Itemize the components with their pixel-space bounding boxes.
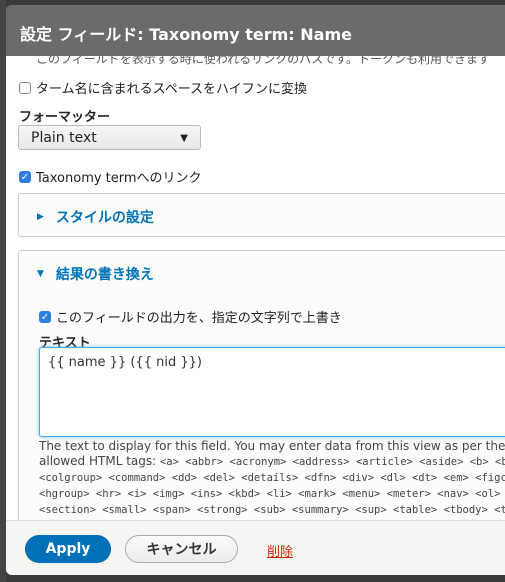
dialog-title: 設定 フィールド: Taxonomy term: Name [6,5,505,56]
override-output-checkbox[interactable]: ✓ このフィールドの出力を、指定の文字列で上書き [39,307,342,326]
style-settings-toggle[interactable]: ▶ スタイルの設定 [37,207,154,227]
style-settings-label: スタイルの設定 [55,210,154,226]
formatter-value: Plain text [31,130,97,146]
dialog-footer: Apply キャンセル 削除 [6,520,505,575]
dropdown-arrow-icon: ▼ [180,133,188,144]
cut-off-description: このフィールドを表示する時に使われるリンクのパスです。トークンも利用できます [36,56,490,66]
hyphen-checkbox[interactable]: ターム名に含まれるスペースをハイフンに変換 [19,78,307,97]
link-checkbox-label: Taxonomy termへのリンク [36,171,202,186]
formatter-select[interactable]: Plain text ▼ [18,125,201,150]
allowed-tags-label: allowed HTML tags: [39,454,160,468]
allowed-tags: <section> <small> <span> <strong> <sub> … [39,504,505,516]
delete-link[interactable]: 削除 [267,541,293,560]
rewrite-label: 結果の書き換え [55,267,154,283]
text-description: The text to display for this field. You … [39,439,505,518]
allowed-tags: <colgroup> <command> <dd> <del> <details… [39,472,505,484]
rewrite-text-input[interactable] [39,347,505,437]
triangle-down-icon: ▼ [37,269,44,279]
checkbox-unchecked[interactable] [19,81,31,94]
style-settings-fieldset: ▶ スタイルの設定 [18,193,505,237]
description-line: The text to display for this field. You … [39,439,505,453]
hyphen-checkbox-label: ターム名に含まれるスペースをハイフンに変換 [36,82,308,97]
checkmark-icon[interactable]: ✓ [39,310,51,323]
override-checkbox-label: このフィールドの出力を、指定の文字列で上書き [56,311,342,326]
cancel-button[interactable]: キャンセル [125,535,238,563]
allowed-tags: <hgroup> <hr> <i> <img> <ins> <kbd> <li>… [39,488,505,500]
field-settings-dialog: 設定 フィールド: Taxonomy term: Name このフィールドを表示… [6,5,505,575]
allowed-tags: <a> <abbr> <acronym> <address> <article>… [159,456,505,468]
link-to-term-checkbox[interactable]: ✓ Taxonomy termへのリンク [19,167,202,186]
triangle-right-icon: ▶ [37,212,44,222]
formatter-label: フォーマッター [19,110,111,125]
apply-button[interactable]: Apply [25,535,111,563]
dialog-body: このフィールドを表示する時に使われるリンクのパスです。トークンも利用できます タ… [6,56,505,520]
rewrite-results-toggle[interactable]: ▼ 結果の書き換え [37,264,154,284]
checkmark-icon[interactable]: ✓ [19,170,31,183]
